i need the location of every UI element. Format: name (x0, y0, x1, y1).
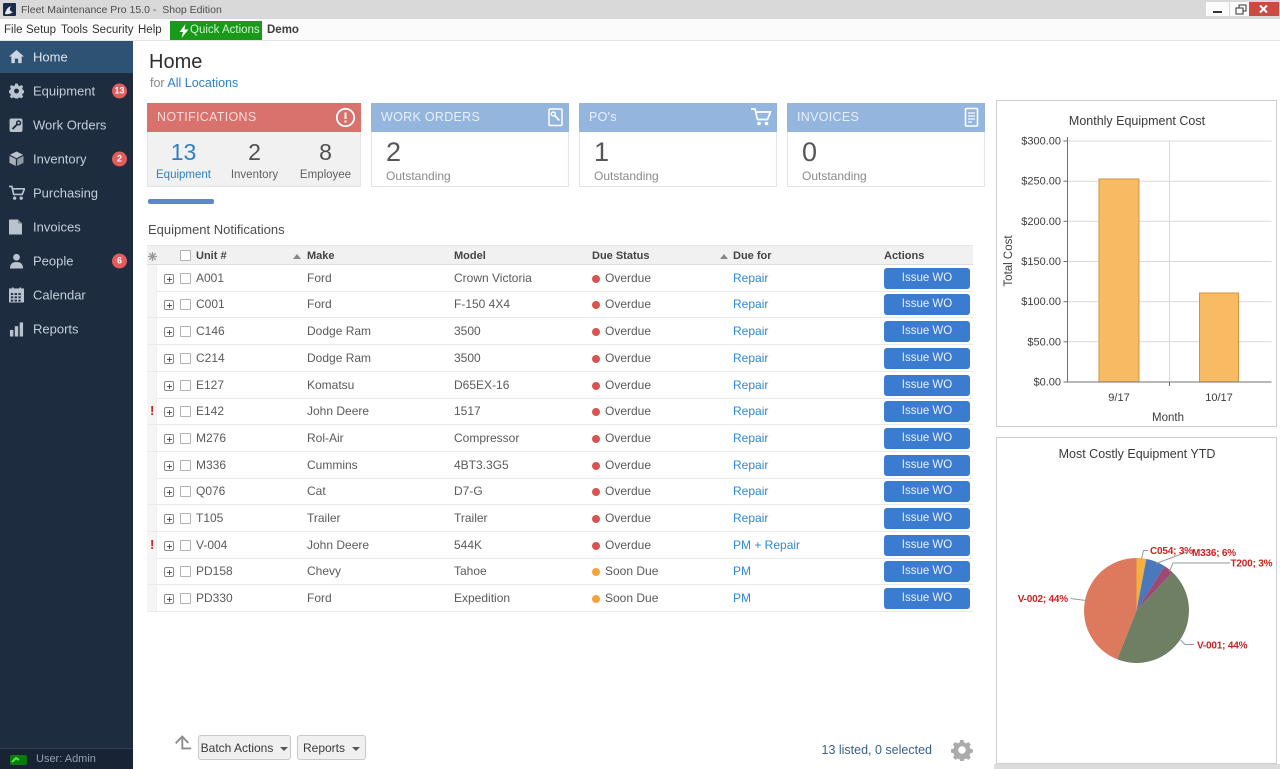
svg-text:M336; 6%: M336; 6% (1192, 548, 1236, 559)
svg-text:9/17: 9/17 (1108, 392, 1129, 404)
svg-text:Month: Month (1152, 412, 1184, 424)
svg-text:$300.00: $300.00 (1021, 136, 1061, 148)
svg-text:$200.00: $200.00 (1021, 216, 1061, 228)
svg-text:T200; 3%: T200; 3% (1231, 559, 1273, 570)
svg-text:C054; 3%: C054; 3% (1150, 546, 1193, 557)
svg-text:Monthly Equipment Cost: Monthly Equipment Cost (1069, 114, 1206, 128)
svg-text:V-001; 44%: V-001; 44% (1197, 641, 1248, 652)
svg-text:Total Cost: Total Cost (1003, 235, 1015, 287)
svg-text:Most Costly Equipment YTD: Most Costly Equipment YTD (1059, 447, 1216, 461)
svg-text:10/17: 10/17 (1205, 392, 1233, 404)
svg-text:$0.00: $0.00 (1033, 377, 1061, 389)
svg-text:$50.00: $50.00 (1027, 336, 1061, 348)
svg-text:$150.00: $150.00 (1021, 256, 1061, 268)
svg-text:$100.00: $100.00 (1021, 296, 1061, 308)
svg-text:V-002; 44%: V-002; 44% (1018, 594, 1069, 605)
svg-text:$250.00: $250.00 (1021, 176, 1061, 188)
